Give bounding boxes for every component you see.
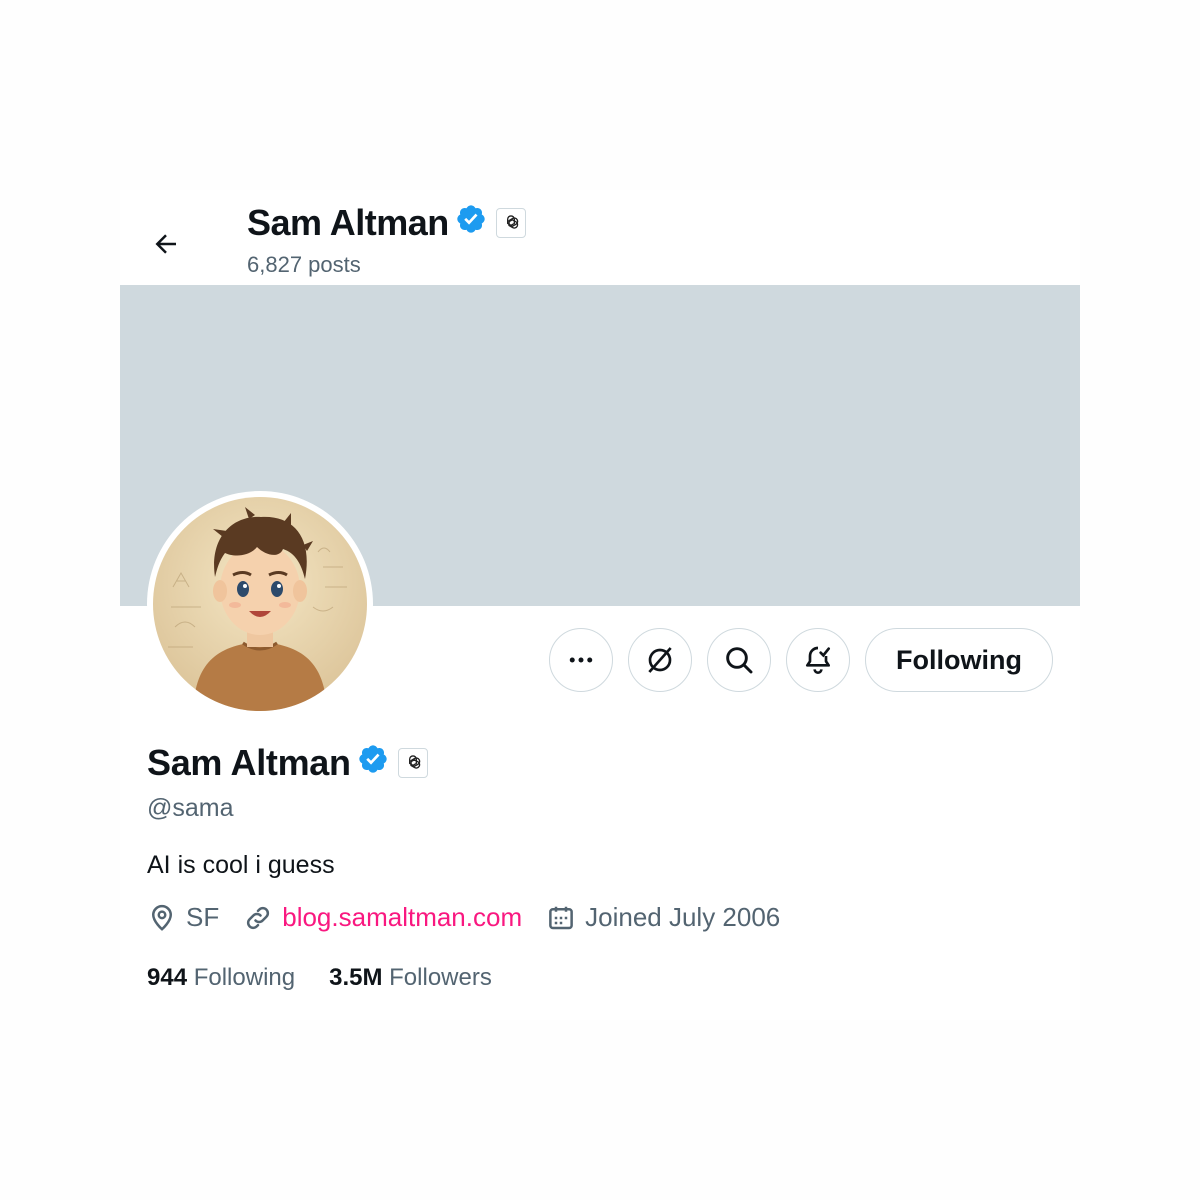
location-text: SF bbox=[186, 902, 220, 932]
profile-stats: 944 Following 3.5M Followers bbox=[147, 964, 526, 992]
arrow-left-icon bbox=[155, 234, 176, 254]
avatar bbox=[153, 497, 367, 711]
profile-bio: AI is cool i guess bbox=[147, 851, 335, 879]
more-icon bbox=[569, 657, 593, 663]
following-button[interactable]: Following bbox=[865, 628, 1053, 692]
back-button[interactable] bbox=[140, 218, 192, 270]
profile-handle: @sama bbox=[147, 794, 234, 822]
joined-item: Joined July 2006 bbox=[546, 902, 780, 933]
followers-label: Followers bbox=[389, 964, 492, 991]
verified-badge-icon[interactable] bbox=[455, 202, 487, 244]
post-count: 6,827 posts bbox=[247, 252, 361, 277]
avatar-frame[interactable] bbox=[147, 491, 373, 717]
header-name-text: Sam Altman bbox=[247, 202, 449, 243]
profile-name-text: Sam Altman bbox=[147, 742, 351, 783]
website-link[interactable]: blog.samaltman.com bbox=[282, 902, 522, 933]
verified-badge-icon[interactable] bbox=[357, 742, 389, 784]
link-icon bbox=[247, 906, 270, 929]
notification-bell-icon bbox=[806, 646, 831, 674]
calendar-icon bbox=[549, 906, 573, 929]
profile-name: Sam Altman bbox=[147, 742, 428, 784]
joined-text: Joined July 2006 bbox=[585, 902, 781, 932]
openai-affiliation-icon[interactable] bbox=[495, 208, 526, 238]
following-label: Following bbox=[193, 964, 296, 991]
following-stat[interactable]: 944 Following bbox=[147, 964, 295, 992]
location-item: SF bbox=[147, 902, 219, 933]
openai-affiliation-icon[interactable] bbox=[397, 748, 428, 778]
more-button[interactable] bbox=[549, 628, 614, 692]
followers-count: 3.5M bbox=[329, 964, 383, 991]
header-title: Sam Altman bbox=[247, 202, 526, 244]
profile-meta: SF blog.samaltman.com Joined July 2006 bbox=[147, 902, 804, 933]
website-item: blog.samaltman.com bbox=[243, 902, 522, 933]
profile-card: Sam Altman 6,827 posts Following Sam Alt… bbox=[120, 190, 1080, 1020]
profile-actions: Following bbox=[549, 628, 1053, 692]
search-icon bbox=[726, 647, 753, 674]
location-pin-icon bbox=[151, 904, 173, 931]
grok-icon bbox=[648, 647, 672, 673]
followers-stat[interactable]: 3.5M Followers bbox=[329, 964, 492, 992]
notifications-button[interactable] bbox=[786, 628, 851, 692]
search-button[interactable] bbox=[707, 628, 772, 692]
grok-button[interactable] bbox=[628, 628, 693, 692]
following-count: 944 bbox=[147, 964, 188, 991]
